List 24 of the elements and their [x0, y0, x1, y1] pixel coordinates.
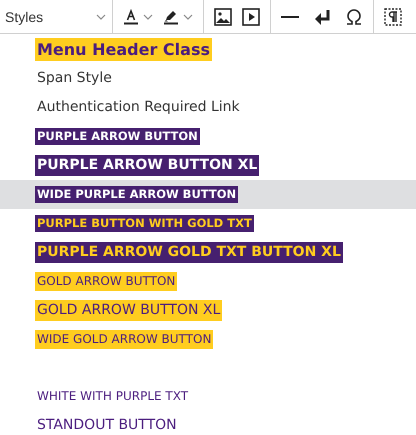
style-option[interactable]: GOLD ARROW BUTTON	[0, 267, 416, 296]
style-option[interactable]: PURPLE ARROW BUTTON	[0, 122, 416, 151]
style-option[interactable]: Authentication Required Link	[0, 93, 416, 122]
caret-icon	[183, 14, 193, 20]
horizontal-line-icon	[281, 14, 299, 18]
style-option[interactable]: WHITE WITH PURPLE TXT	[0, 382, 416, 411]
image-icon	[214, 8, 232, 26]
style-option[interactable]: Span Style	[0, 64, 416, 93]
text-color-icon	[123, 8, 139, 24]
return-arrow-icon	[313, 8, 331, 24]
style-option[interactable]: PURPLE ARROW BUTTON XL	[0, 151, 416, 180]
style-option[interactable]: Menu Header Class	[0, 35, 416, 64]
play-icon	[242, 8, 260, 26]
caret-icon	[143, 14, 153, 20]
marker-icon	[163, 8, 179, 24]
omega-icon	[345, 8, 363, 26]
style-option[interactable]: PURPLE BUTTON WITH GOLD TXT	[0, 209, 416, 238]
style-option[interactable]: WIDE PURPLE ARROW BUTTON	[0, 180, 416, 209]
styles-dropdown[interactable]: Styles	[0, 0, 112, 33]
style-option[interactable]: GOLD ARROW BUTTON XL	[0, 296, 416, 325]
caret-icon	[96, 14, 106, 20]
style-option[interactable]: WIDE GOLD ARROW BUTTON	[0, 325, 416, 354]
style-option[interactable]: STANDOUT BUTTON	[0, 411, 416, 435]
pilcrow-icon	[384, 8, 402, 26]
